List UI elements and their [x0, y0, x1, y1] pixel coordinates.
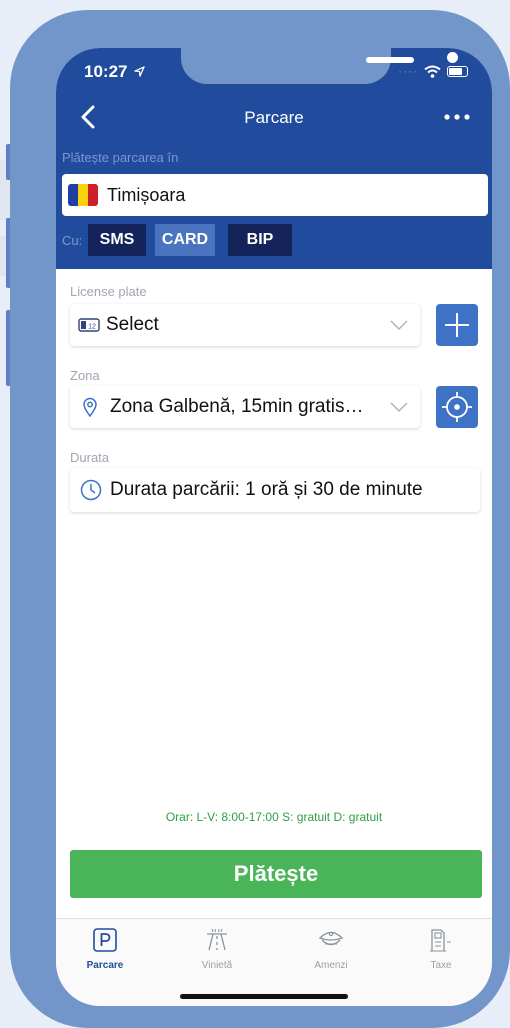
chevron-down-icon: [390, 320, 408, 330]
tab-label: Vinietă: [201, 960, 233, 971]
pay-button[interactable]: Plătește: [70, 850, 482, 898]
payment-method-card[interactable]: CARD: [155, 224, 215, 256]
wifi-icon: [424, 65, 441, 78]
more-button[interactable]: [442, 110, 472, 124]
duration-selector[interactable]: Durata parcării: 1 oră și 30 de minute: [70, 468, 480, 512]
license-plate-label: License plate: [70, 284, 147, 299]
license-plate-value: Select: [106, 314, 159, 335]
duration-value: Durata parcării: 1 oră și 30 de minute: [110, 479, 423, 500]
city-selector[interactable]: Timișoara: [62, 174, 488, 216]
romania-flag-icon: [68, 184, 98, 206]
svg-text:12: 12: [88, 324, 96, 331]
road-icon: [207, 928, 227, 951]
tab-label: Taxe: [430, 960, 452, 971]
duration-label: Durata: [70, 450, 110, 465]
add-license-plate-button[interactable]: [436, 304, 478, 346]
zone-value: Zona Galbenă, 15min gratis…: [110, 396, 364, 417]
status-time: 10:27: [84, 62, 145, 82]
app-header: 10:27 ···· Parcare Plătește parcarea în: [56, 48, 492, 269]
tab-bar: Parcare Vinietă Amenzi Taxe: [56, 918, 492, 1006]
schedule-text: Orar: L-V: 8:00-17:00 S: gratuit D: grat…: [165, 810, 383, 824]
locate-zone-button[interactable]: [436, 386, 478, 428]
chevron-down-icon: [390, 402, 408, 412]
tab-vinieta[interactable]: Vinietă: [172, 927, 262, 971]
police-cap-icon: [318, 931, 344, 946]
zone-dropdown[interactable]: Zona Galbenă, 15min gratis…: [70, 386, 420, 428]
tab-label: Amenzi: [314, 960, 348, 971]
license-plate-dropdown[interactable]: 12 Select: [70, 304, 420, 346]
pay-in-label: Plătește parcarea în: [62, 150, 179, 165]
clock-icon: [80, 479, 102, 501]
zone-label: Zona: [70, 368, 100, 383]
home-indicator: [180, 994, 348, 999]
notch: [181, 48, 458, 84]
speaker: [366, 57, 414, 63]
payment-method-bip[interactable]: BIP: [228, 224, 292, 256]
tab-taxe[interactable]: Taxe: [396, 927, 486, 971]
license-plate-icon: 12: [78, 318, 100, 332]
location-pin-icon: [83, 397, 97, 417]
plus-icon: [445, 313, 469, 337]
signal-dots-icon: ····: [398, 64, 418, 78]
phone-frame: 10:27 ···· Parcare Plătește parcarea în: [10, 10, 510, 1028]
battery-icon: [447, 65, 468, 77]
payment-method-sms[interactable]: SMS: [88, 224, 146, 256]
page-title: Parcare: [244, 108, 304, 127]
camera: [447, 52, 458, 63]
payment-method-label: Cu:: [62, 233, 83, 248]
tax-document-icon: [430, 929, 451, 952]
city-name: Timișoara: [107, 184, 186, 205]
parking-icon: [93, 928, 117, 952]
status-icons: ····: [398, 64, 468, 78]
more-dots-icon: [444, 114, 470, 120]
tab-amenzi[interactable]: Amenzi: [286, 927, 376, 971]
location-arrow-icon: [134, 66, 145, 77]
crosshair-icon: [442, 392, 472, 422]
tab-parcare[interactable]: Parcare: [60, 927, 150, 971]
app-screen: 10:27 ···· Parcare Plătește parcarea în: [56, 48, 492, 1006]
tab-label: Parcare: [86, 960, 124, 971]
